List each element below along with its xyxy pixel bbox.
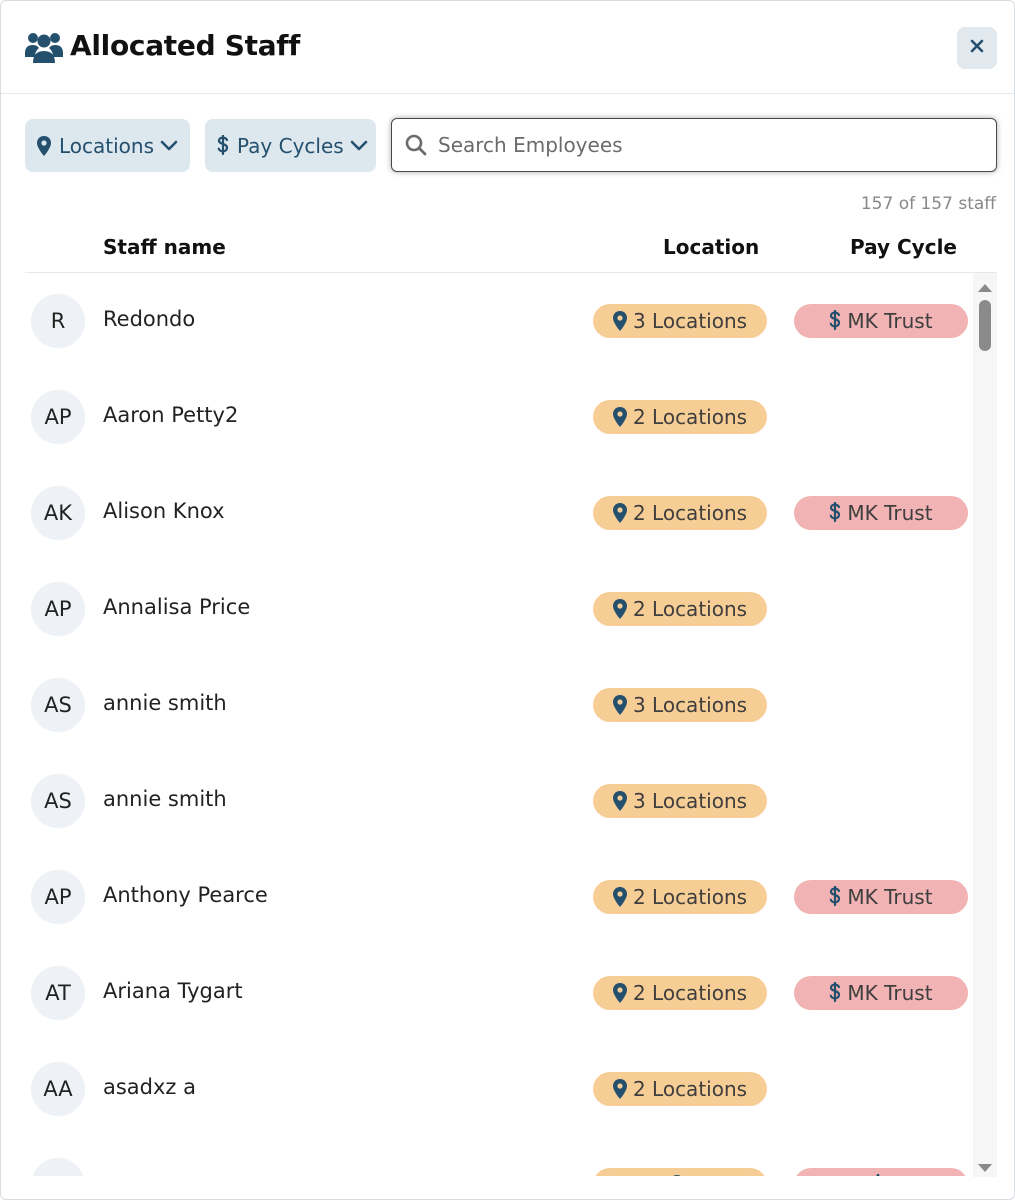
staff-row[interactable]: AP Aaron Petty2 2 Locations (25, 369, 973, 465)
location-badge-label: 2 Locations (632, 885, 748, 909)
location-badge[interactable]: 2 Locations (593, 1072, 767, 1106)
location-badge[interactable]: 2 Locations (593, 976, 767, 1010)
avatar: AP (31, 870, 85, 924)
dollar-icon (872, 1174, 884, 1176)
avatar: AK (31, 486, 85, 540)
staff-row[interactable]: AS annie smith 3 Locations (25, 657, 973, 753)
location-badge[interactable]: 3 Locations (593, 304, 767, 338)
pay-cycle-badge[interactable]: MK Trust (794, 496, 968, 530)
scroll-up-arrow-icon[interactable] (977, 279, 993, 298)
avatar: R (31, 294, 85, 348)
dollar-icon (217, 134, 229, 157)
staff-name: Aaron Petty2 (103, 403, 239, 427)
staff-row[interactable]: AS annie smith 3 Locations (25, 753, 973, 849)
avatar: AA (31, 1158, 85, 1176)
location-badge[interactable]: 2 Locations (593, 880, 767, 914)
search-box (391, 118, 997, 172)
staff-name: annie smith (103, 787, 227, 811)
chevron-down-icon (160, 140, 178, 152)
chevron-down-icon (350, 140, 368, 152)
location-badge[interactable]: 2 Locations (593, 400, 767, 434)
location-badge[interactable]: 3 Locations (593, 688, 767, 722)
map-pin-icon (612, 887, 627, 907)
avatar: AS (31, 774, 85, 828)
dollar-icon (829, 310, 841, 332)
staff-name: Alison Knox (103, 499, 225, 523)
allocated-staff-modal: Allocated Staff Locations Pay Cycles Sea… (0, 0, 1015, 1200)
staff-count: 157 of 157 staff (860, 194, 996, 214)
staff-row[interactable]: AA (25, 1137, 973, 1176)
staff-row[interactable]: AA asadxz a 2 Locations (25, 1041, 973, 1137)
staff-name: Annalisa Price (103, 595, 251, 619)
location-badge-label: 2 Locations (632, 501, 748, 525)
map-pin-icon (612, 1079, 627, 1099)
modal-header: Allocated Staff (1, 1, 1014, 94)
pay-cycle-badge[interactable]: MK Trust (794, 976, 968, 1010)
dollar-icon (829, 982, 841, 1004)
avatar: AA (31, 1062, 85, 1116)
avatar: AP (31, 390, 85, 444)
pay-cycle-badge-label: MK Trust (847, 309, 933, 333)
pay-cycles-filter-button[interactable]: Pay Cycles (205, 119, 376, 172)
map-pin-icon (612, 311, 627, 331)
dollar-icon (829, 502, 841, 524)
pay-cycle-badge-label: MK Trust (847, 981, 933, 1005)
locations-filter-button[interactable]: Locations (25, 119, 190, 172)
scrollbar-thumb[interactable] (979, 300, 991, 351)
location-badge-label: 3 Locations (632, 789, 748, 813)
staff-name: Redondo (103, 307, 196, 331)
search-icon (404, 133, 428, 161)
staff-row[interactable]: AP Annalisa Price 2 Locations (25, 561, 973, 657)
map-pin-icon (612, 791, 627, 811)
pay-cycle-badge-label: MK Trust (847, 501, 933, 525)
scrollbar[interactable] (973, 273, 997, 1177)
location-badge[interactable]: 2 Locations (593, 592, 767, 626)
staff-row[interactable]: AP Anthony Pearce 2 Locations MK Trust (25, 849, 973, 945)
location-badge-label: 2 Locations (632, 1077, 748, 1101)
close-button[interactable] (957, 27, 997, 69)
location-badge[interactable]: 3 Locations (593, 784, 767, 818)
location-badge-label: 2 Locations (632, 981, 748, 1005)
pay-cycles-filter-label: Pay Cycles (237, 133, 344, 158)
pay-cycle-badge[interactable] (794, 1168, 968, 1176)
map-pin-icon (670, 1175, 684, 1176)
pay-cycle-badge-label: MK Trust (847, 885, 933, 909)
location-badge-label: 3 Locations (632, 309, 748, 333)
column-header-location[interactable]: Location (663, 235, 759, 259)
map-pin-icon (612, 695, 627, 715)
staff-row[interactable]: AT Ariana Tygart 2 Locations MK Trust (25, 945, 973, 1041)
column-header-staff-name[interactable]: Staff name (103, 235, 226, 259)
avatar: AP (31, 582, 85, 636)
dollar-icon (829, 886, 841, 908)
map-pin-icon (612, 503, 627, 523)
location-badge-label: 2 Locations (632, 597, 748, 621)
map-pin-icon (37, 135, 51, 156)
location-badge[interactable]: 2 Locations (593, 496, 767, 530)
pay-cycle-badge[interactable]: MK Trust (794, 880, 968, 914)
staff-row[interactable]: AK Alison Knox 2 Locations MK Trust (25, 465, 973, 561)
search-input[interactable] (438, 127, 978, 163)
map-pin-icon (612, 599, 627, 619)
map-pin-icon (612, 983, 627, 1003)
staff-name: asadxz a (103, 1075, 197, 1099)
location-badge-label: 2 Locations (632, 405, 748, 429)
map-pin-icon (612, 407, 627, 427)
location-badge-label: 3 Locations (632, 693, 748, 717)
users-icon (25, 31, 63, 63)
staff-name: annie smith (103, 691, 227, 715)
scroll-down-arrow-icon[interactable] (977, 1159, 993, 1178)
staff-name: Ariana Tygart (103, 979, 243, 1003)
staff-row[interactable]: R Redondo 3 Locations MK Trust (25, 273, 973, 369)
location-badge[interactable] (593, 1168, 767, 1176)
locations-filter-label: Locations (59, 133, 155, 158)
modal-title: Allocated Staff (70, 29, 301, 62)
staff-list: R Redondo 3 Locations MK Trust AP Aaron Petty… (25, 273, 973, 1176)
avatar: AS (31, 678, 85, 732)
avatar: AT (31, 966, 85, 1020)
close-icon (969, 38, 985, 58)
pay-cycle-badge[interactable]: MK Trust (794, 304, 968, 338)
column-header-pay-cycle[interactable]: Pay Cycle (850, 235, 957, 259)
staff-name: Anthony Pearce (103, 883, 268, 907)
